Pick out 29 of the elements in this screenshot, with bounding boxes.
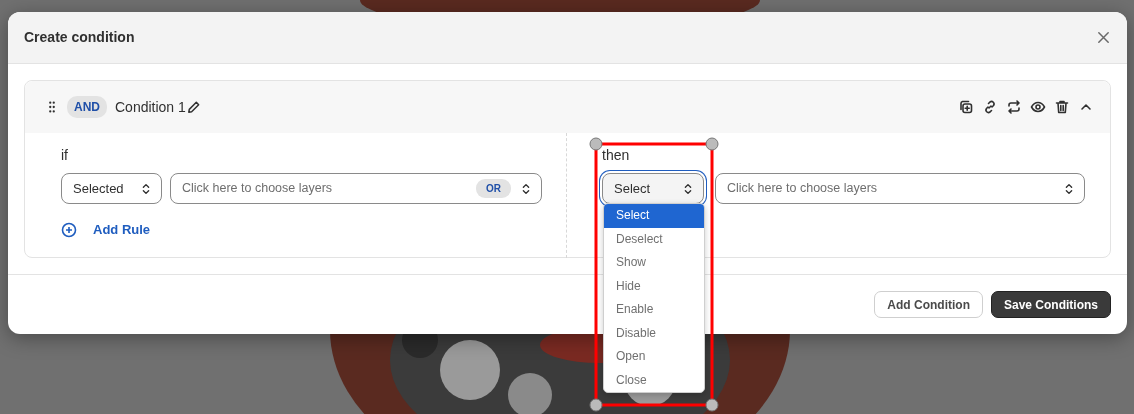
then-label: then [602,146,630,165]
trigger-select[interactable]: Selected [61,173,162,204]
action-select[interactable]: Select [602,173,704,204]
layers-field[interactable]: Click here to choose layers [715,173,1085,204]
pencil-icon[interactable] [185,99,201,115]
menu-option[interactable]: Enable [604,298,704,322]
if-label: if [61,146,68,165]
close-icon[interactable] [1096,30,1111,45]
menu-option[interactable]: Select [604,204,704,228]
save-button[interactable]: Save Conditions [991,291,1111,318]
link-icon[interactable] [982,99,998,115]
add-rule-button[interactable]: Add Rule [61,220,151,240]
menu-option[interactable]: Deselect [604,227,704,251]
menu-option[interactable]: Hide [604,274,704,298]
condition-name: Condition 1 [115,97,186,117]
operator-tag: AND [67,96,107,118]
menu-option[interactable]: Open [604,345,704,369]
menu-option[interactable]: Disable [604,321,704,345]
swap-icon[interactable] [1006,99,1022,115]
plus-circle-icon [61,221,77,238]
layers-field[interactable]: Click here to choose layers OR [170,173,542,204]
trash-icon[interactable] [1054,99,1070,115]
add-button[interactable]: Add Condition [874,291,983,318]
menu-option[interactable]: Close [604,368,704,392]
dialog-title: Create condition [24,28,135,47]
joiner-tag: OR [476,179,511,198]
duplicate-icon[interactable] [958,99,974,115]
eye-icon[interactable] [1030,99,1046,115]
menu-option[interactable]: Show [604,251,704,275]
